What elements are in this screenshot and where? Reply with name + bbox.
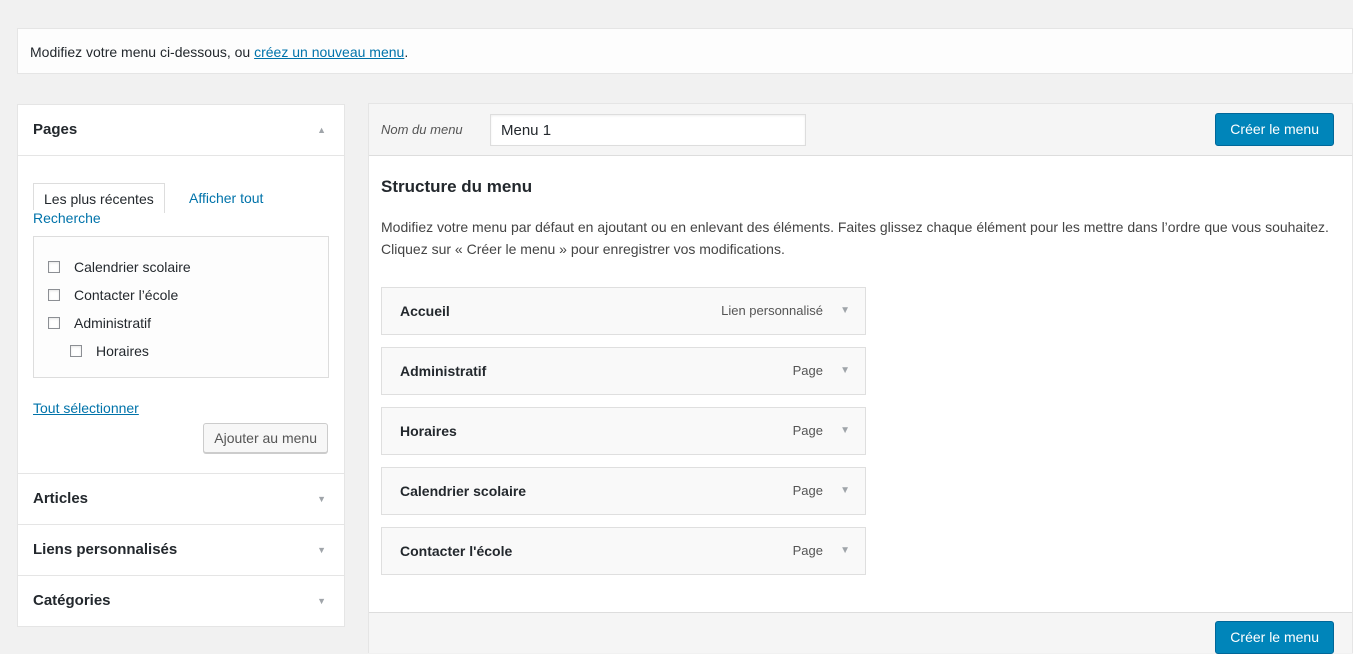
checklist-item-label: Horaires [96, 343, 149, 359]
articles-section-header[interactable]: Articles ▼ [18, 474, 344, 524]
add-to-menu-button[interactable]: Ajouter au menu [203, 423, 328, 453]
checkbox[interactable] [48, 317, 60, 329]
menu-item[interactable]: Accueil Lien personnalisé ▼ [381, 287, 866, 335]
pages-checklist: Calendrier scolaire Contacter l’école Ad… [33, 236, 329, 378]
section-title: Catégories [33, 592, 111, 609]
menu-item[interactable]: Administratif Page ▼ [381, 347, 866, 395]
categories-section[interactable]: Catégories ▼ [17, 576, 345, 627]
expand-arrow-icon[interactable]: ▼ [840, 288, 850, 334]
section-title: Articles [33, 490, 89, 507]
menu-item[interactable]: Calendrier scolaire Page ▼ [381, 467, 866, 515]
menu-name-input[interactable] [490, 114, 806, 146]
checklist-item[interactable]: Contacter l’école [48, 281, 328, 309]
expand-arrow-icon[interactable]: ▼ [840, 468, 850, 514]
notice-text: Modifiez votre menu ci-dessous, ou [30, 44, 255, 60]
checkbox[interactable] [70, 345, 82, 357]
expand-arrow-icon[interactable]: ▼ [840, 408, 850, 454]
expand-arrow-icon[interactable]: ▼ [840, 528, 850, 574]
select-all-link[interactable]: Tout sélectionner [33, 400, 139, 416]
checkbox[interactable] [48, 261, 60, 273]
pages-section-header[interactable]: Pages ▲ [18, 105, 344, 156]
checklist-item-label: Administratif [74, 315, 152, 331]
menu-item-title: Accueil [400, 303, 450, 319]
menu-item[interactable]: Contacter l'école Page ▼ [381, 527, 866, 575]
menu-item-type: Page [792, 363, 823, 378]
checklist-item[interactable]: Administratif [48, 309, 328, 337]
articles-section[interactable]: Articles ▼ [17, 474, 345, 525]
section-title: Liens personnalisés [33, 541, 178, 558]
tab-most-recent[interactable]: Les plus récentes [33, 183, 165, 213]
create-new-menu-link[interactable]: créez un nouveau menu [254, 44, 404, 60]
menu-header: Nom du menu Créer le menu [369, 104, 1352, 156]
menu-footer: Créer le menu [369, 612, 1352, 654]
tab-search[interactable]: Recherche [33, 210, 101, 226]
checklist-item[interactable]: Calendrier scolaire [48, 253, 328, 281]
pages-section: Pages ▲ Les plus récentes Afficher tout … [17, 104, 345, 474]
menu-item-title: Administratif [400, 363, 487, 379]
categories-section-header[interactable]: Catégories ▼ [18, 576, 344, 626]
expand-arrow-icon[interactable]: ▼ [317, 474, 326, 524]
custom-links-section[interactable]: Liens personnalisés ▼ [17, 525, 345, 576]
menu-item-title: Horaires [400, 423, 457, 439]
custom-links-section-header[interactable]: Liens personnalisés ▼ [18, 525, 344, 575]
menu-item[interactable]: Horaires Page ▼ [381, 407, 866, 455]
menu-item-type: Page [792, 423, 823, 438]
menu-item-type: Page [792, 483, 823, 498]
checklist-item[interactable]: Horaires [48, 337, 328, 365]
pages-section-title: Pages [33, 121, 78, 138]
expand-arrow-icon[interactable]: ▼ [317, 525, 326, 575]
menu-item-title: Contacter l'école [400, 543, 513, 559]
create-menu-button-footer[interactable]: Créer le menu [1215, 621, 1334, 654]
notice-text-end: . [404, 44, 409, 60]
menu-items-sidebar: Pages ▲ Les plus récentes Afficher tout … [17, 104, 345, 627]
menu-management-panel: Nom du menu Créer le menu Structure du m… [368, 103, 1353, 654]
menu-name-label: Nom du menu [381, 122, 463, 137]
checkbox[interactable] [48, 289, 60, 301]
expand-arrow-icon[interactable]: ▼ [317, 576, 326, 626]
menu-item-type: Page [792, 543, 823, 558]
create-menu-button[interactable]: Créer le menu [1215, 113, 1334, 146]
checklist-item-label: Contacter l’école [74, 287, 179, 303]
pages-section-body: Les plus récentes Afficher tout Recherch… [18, 156, 344, 473]
menu-structure-title: Structure du menu [381, 177, 533, 196]
collapse-arrow-icon[interactable]: ▲ [317, 105, 326, 155]
menu-item-title: Calendrier scolaire [400, 483, 527, 499]
menu-item-type: Lien personnalisé [721, 303, 823, 318]
pages-tabs: Les plus récentes Afficher tout Recherch… [33, 183, 329, 226]
expand-arrow-icon[interactable]: ▼ [840, 348, 850, 394]
notice-bar: Modifiez votre menu ci-dessous, ou créez… [17, 28, 1353, 74]
checklist-item-label: Calendrier scolaire [74, 259, 191, 275]
tab-show-all[interactable]: Afficher tout [189, 183, 263, 213]
menu-structure-description: Modifiez votre menu par défaut en ajouta… [381, 219, 1329, 257]
